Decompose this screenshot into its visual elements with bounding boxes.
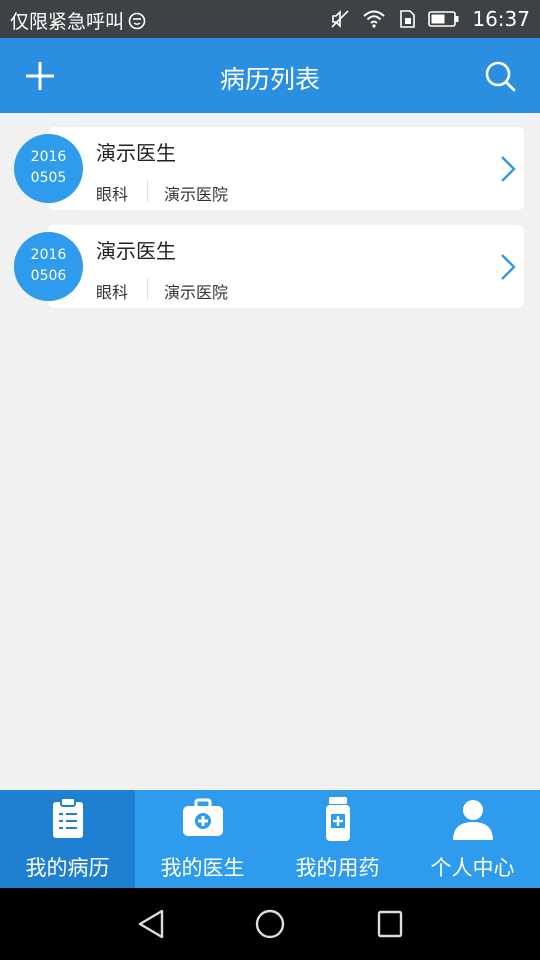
emergency-face-icon	[128, 12, 146, 29]
record-divider	[147, 180, 148, 202]
nav-item-profile[interactable]: 个人中心	[405, 790, 540, 888]
record-card[interactable]: 2016 0505 演示医生 眼科 演示医院	[14, 127, 524, 210]
mute-icon	[331, 10, 349, 28]
record-department: 眼科	[96, 283, 129, 302]
nav-item-my-medication[interactable]: 我的用药	[270, 790, 405, 888]
record-divider	[147, 278, 148, 300]
chevron-right-icon	[501, 254, 516, 280]
page-title: 病历列表	[219, 65, 320, 94]
home-icon[interactable]	[254, 908, 286, 940]
record-card[interactable]: 2016 0506 演示医生 眼科 演示医院	[14, 225, 524, 308]
nav-label: 我的用药	[295, 856, 380, 880]
record-date-year: 2016	[30, 149, 67, 165]
nav-label: 个人中心	[430, 856, 515, 880]
record-date-badge: 2016 0506	[14, 232, 83, 301]
nav-item-my-records[interactable]: 我的病历	[0, 790, 135, 888]
search-button[interactable]	[480, 56, 520, 96]
battery-icon	[428, 11, 459, 27]
carrier-text: 仅限紧急呼叫	[10, 11, 125, 33]
nav-item-my-doctor[interactable]: 我的医生	[135, 790, 270, 888]
bottom-nav: 我的病历 我的医生 我的用药 个人中心	[0, 790, 540, 888]
chevron-right-icon	[501, 156, 516, 182]
record-date-badge: 2016 0505	[14, 134, 83, 203]
record-date-monthday: 0505	[30, 170, 67, 186]
record-date-year: 2016	[30, 247, 67, 263]
recent-apps-icon[interactable]	[376, 908, 404, 940]
record-department: 眼科	[96, 185, 129, 204]
status-right: 16:37	[330, 7, 530, 31]
record-doctor-name: 演示医生	[96, 239, 176, 263]
wifi-icon	[363, 10, 386, 28]
person-icon	[452, 800, 493, 840]
medical-kit-icon	[182, 798, 223, 836]
back-icon[interactable]	[136, 908, 166, 940]
clipboard-list-icon	[52, 797, 83, 838]
nav-label: 我的医生	[160, 856, 245, 880]
medicine-bottle-icon	[325, 797, 350, 841]
record-hospital: 演示医院	[164, 283, 229, 302]
status-left: 仅限紧急呼叫	[10, 7, 146, 34]
record-doctor-name: 演示医生	[96, 141, 176, 165]
system-nav-bar	[0, 888, 540, 960]
sim-card-icon	[400, 10, 416, 28]
clock-text: 16:37	[472, 7, 530, 31]
app-bar: 病历列表	[0, 38, 540, 113]
status-bar: 仅限紧急呼叫 16:37	[0, 0, 540, 38]
record-date-monthday: 0506	[30, 268, 67, 284]
search-icon	[485, 61, 516, 92]
record-hospital: 演示医院	[164, 185, 229, 204]
nav-label: 我的病历	[25, 856, 110, 880]
